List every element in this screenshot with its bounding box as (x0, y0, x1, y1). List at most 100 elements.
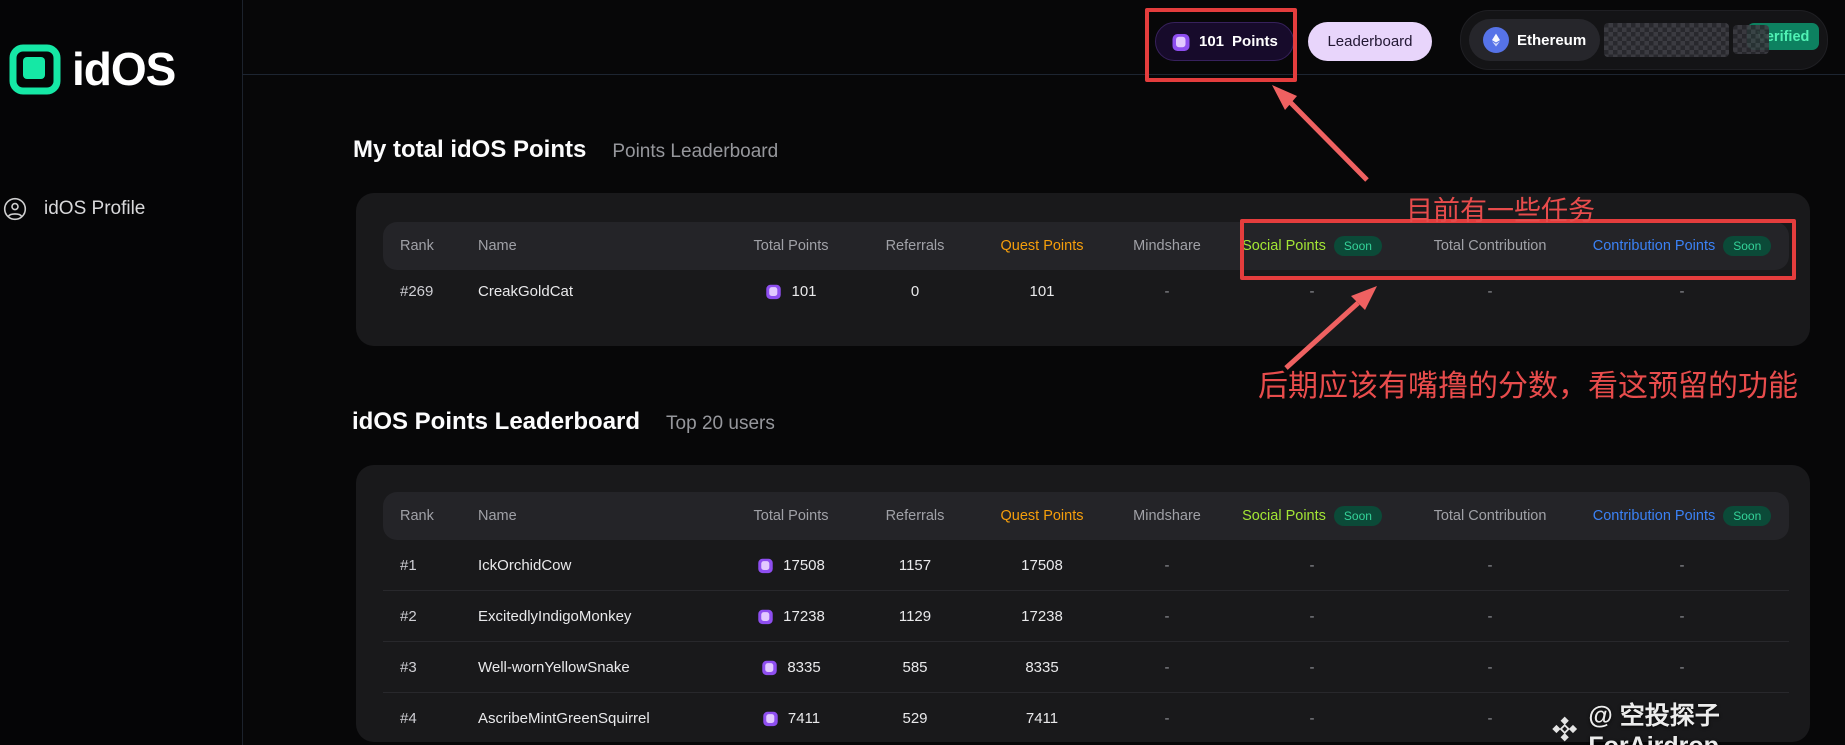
cell-contribution-points: - (1679, 282, 1685, 300)
soon-badge: Soon (1723, 236, 1772, 256)
col-quest-points: Quest Points (1000, 238, 1084, 254)
cell-social-points: - (1309, 556, 1315, 574)
table-row: #1 IckOrchidCow 17508 1157 17508 - - - - (383, 540, 1789, 590)
ethereum-icon (1483, 27, 1509, 53)
cell-name: ExcitedlyIndigoMonkey (478, 607, 632, 625)
cell-total-points: 17508 (721, 557, 861, 574)
leaderboard-button-label: Leaderboard (1327, 33, 1413, 50)
page-subtitle: Points Leaderboard (612, 141, 779, 162)
app-root: idOS idOS Profile 101 Points Leaderboard (0, 0, 1845, 745)
sidebar-item-label: idOS Profile (44, 198, 146, 219)
cell-rank: #3 (400, 658, 417, 676)
points-badge-value: 101 (1199, 33, 1225, 50)
cell-social-points: - (1309, 658, 1315, 676)
col-rank: Rank (400, 238, 434, 254)
cell-social-points: - (1309, 709, 1315, 727)
col-total-points: Total Points (753, 508, 829, 524)
col-social-points: Social Points Soon (1219, 236, 1405, 256)
blurred-wallet-address (1604, 23, 1729, 57)
col-name: Name (478, 238, 517, 254)
table-row: #269 CreakGoldCat 101 0 101 - - - - (383, 270, 1789, 312)
cell-mindshare: - (1164, 282, 1170, 300)
points-cube-icon (758, 558, 773, 573)
page-title: My total idOS Points (353, 136, 587, 163)
table-header: Rank Name Total Points Referrals Quest P… (383, 492, 1789, 540)
cell-contribution-points: - (1679, 607, 1685, 625)
table-row: #2 ExcitedlyIndigoMonkey 17238 1129 1723… (383, 590, 1789, 641)
cell-rank: #4 (400, 709, 417, 727)
annotation-note-top: 目前有一些任务 (1406, 196, 1595, 226)
cell-mindshare: - (1164, 556, 1170, 574)
cell-mindshare: - (1164, 658, 1170, 676)
table-header: Rank Name Total Points Referrals Quest P… (383, 222, 1789, 270)
col-total-contribution: Total Contribution (1433, 238, 1547, 254)
cell-referrals: 0 (910, 282, 920, 300)
cell-mindshare: - (1164, 709, 1170, 727)
arrow-to-points-badge (1272, 85, 1369, 182)
col-social-points: Social Points Soon (1219, 506, 1405, 526)
cell-total-points: 17238 (721, 608, 861, 625)
soon-badge: Soon (1333, 236, 1382, 256)
cell-rank: #1 (400, 556, 417, 574)
cell-quest-points: 8335 (1025, 658, 1059, 676)
leaderboard-button[interactable]: Leaderboard (1308, 22, 1432, 61)
cell-social-points: - (1309, 282, 1315, 300)
cell-name: Well-wornYellowSnake (478, 658, 630, 676)
cell-quest-points: 101 (1029, 282, 1055, 300)
network-selector[interactable]: Ethereum (1469, 19, 1601, 61)
cell-quest-points: 7411 (1025, 709, 1059, 727)
watermark-diamond-icon (1552, 716, 1578, 741)
col-total-contribution: Total Contribution (1433, 508, 1547, 524)
cell-social-points: - (1309, 607, 1315, 625)
col-referrals: Referrals (885, 238, 945, 254)
cell-name: AscribeMintGreenSquirrel (478, 709, 650, 727)
cell-referrals: 529 (902, 709, 928, 727)
points-cube-icon (763, 711, 778, 726)
cell-referrals: 585 (902, 658, 928, 676)
col-quest-points: Quest Points (1000, 508, 1084, 524)
leaderboard-heading: idOS Points Leaderboard Top 20 users (352, 408, 775, 436)
network-label: Ethereum (1517, 31, 1587, 49)
table-row: #3 Well-wornYellowSnake 8335 585 8335 - … (383, 641, 1789, 692)
idos-logo-icon (9, 44, 61, 95)
annotation-note-bottom: 后期应该有嘴撸的分数，看这预留的功能 (1258, 370, 1798, 403)
soon-badge: Soon (1723, 506, 1772, 526)
my-points-heading: My total idOS Points Points Leaderboard (353, 136, 778, 164)
cell-total-contribution: - (1487, 282, 1493, 300)
cell-quest-points: 17238 (1021, 607, 1063, 625)
col-total-points: Total Points (753, 238, 829, 254)
col-mindshare: Mindshare (1133, 238, 1201, 254)
watermark-text: @ 空投探子ForAirdrop (1588, 702, 1720, 745)
cell-total-contribution: - (1487, 658, 1493, 676)
cell-name: IckOrchidCow (478, 556, 572, 574)
cell-name: CreakGoldCat (478, 282, 574, 300)
cell-mindshare: - (1164, 607, 1170, 625)
cell-total-contribution: - (1487, 556, 1493, 574)
blur-patch (1733, 25, 1769, 54)
cell-referrals: 1129 (898, 607, 932, 625)
sidebar: idOS idOS Profile (0, 0, 243, 745)
profile-icon (3, 197, 27, 221)
sidebar-item-idos-profile[interactable]: idOS Profile (3, 197, 145, 221)
col-contribution-points: Contribution Points Soon (1575, 236, 1789, 256)
points-cube-icon (762, 660, 778, 675)
points-cube-icon (766, 284, 782, 299)
cell-referrals: 1157 (898, 556, 932, 574)
cell-total-points: 8335 (721, 659, 861, 676)
cell-total-contribution: - (1487, 607, 1493, 625)
cell-total-points: 101 (721, 283, 861, 300)
cell-total-points: 7411 (721, 710, 861, 727)
cell-contribution-points: - (1679, 658, 1685, 676)
cell-rank: #2 (400, 607, 417, 625)
points-cube-icon (1172, 33, 1190, 51)
points-badge[interactable]: 101 Points (1155, 22, 1294, 61)
wallet-widget[interactable]: Ethereum Verified (1460, 10, 1828, 70)
soon-badge: Soon (1333, 506, 1382, 526)
watermark: @ 空投探子ForAirdrop (1550, 696, 1845, 745)
col-rank: Rank (400, 508, 434, 524)
col-referrals: Referrals (885, 508, 945, 524)
idos-logo: idOS (9, 42, 176, 96)
section-title: idOS Points Leaderboard (352, 408, 641, 435)
col-name: Name (478, 508, 517, 524)
idos-logo-text: idOS (72, 43, 176, 95)
